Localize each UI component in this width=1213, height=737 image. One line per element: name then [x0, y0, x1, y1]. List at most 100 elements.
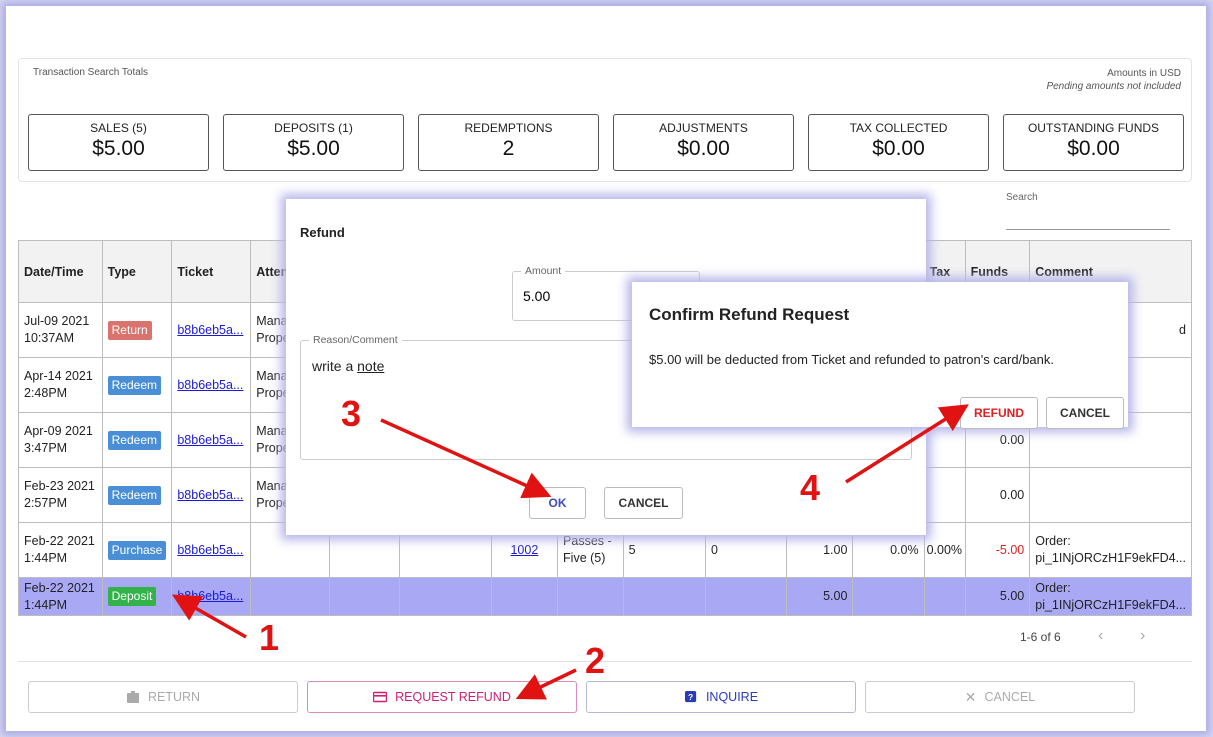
- total-sales: SALES (5) $5.00: [28, 114, 209, 171]
- close-icon: ✕: [964, 688, 977, 705]
- search-input[interactable]: [1006, 206, 1170, 228]
- type-badge: Purchase: [107, 540, 167, 560]
- cell-funds: -5.00: [964, 522, 1031, 578]
- type-badge: Redeem: [107, 430, 161, 450]
- search-label: Search: [1006, 192, 1038, 203]
- reason-text-prefix: write a: [312, 358, 358, 374]
- date-text: Feb-23 2021: [24, 479, 95, 493]
- time-text: 2:48PM: [24, 386, 68, 400]
- total-value: $5.00: [92, 137, 145, 160]
- order-link[interactable]: 1002: [510, 543, 538, 557]
- svg-text:?: ?: [688, 692, 693, 702]
- app-frame: Transaction Search Totals Amounts in USD…: [6, 6, 1206, 731]
- ticket-link[interactable]: b8b6eb5a...: [177, 589, 243, 603]
- ticket-link[interactable]: b8b6eb5a...: [177, 378, 243, 392]
- cell-type: Deposit: [101, 577, 173, 616]
- col-ticket[interactable]: Ticket: [171, 240, 252, 303]
- cell: [923, 577, 966, 616]
- table-row-selected[interactable]: Feb-22 2021 1:44PM Deposit b8b6eb5a... 5.…: [18, 577, 1192, 616]
- cell: [852, 577, 925, 616]
- total-redemptions: REDEMPTIONS 2: [418, 114, 599, 171]
- request-refund-label: REQUEST REFUND: [395, 690, 511, 704]
- cell: [250, 577, 330, 616]
- col-type[interactable]: Type: [101, 240, 173, 303]
- confirm-refund-dialog: Confirm Refund Request $5.00 will be ded…: [632, 282, 1128, 429]
- chevron-left-icon[interactable]: ‹: [1098, 627, 1103, 645]
- refund-dialog-title: Refund: [300, 225, 345, 240]
- date-text: Feb-22 2021: [24, 580, 95, 595]
- total-adjustments: ADJUSTMENTS $0.00: [613, 114, 794, 171]
- totals-title: Transaction Search Totals: [33, 67, 149, 78]
- time-text: 1:44PM: [24, 551, 68, 565]
- total-tax-collected: TAX COLLECTED $0.00: [808, 114, 989, 171]
- help-icon: ?: [684, 691, 697, 703]
- cancel-button[interactable]: CANCEL: [604, 487, 683, 519]
- cell-comment: Order: pi_1INjORCzH1F9ekFD4...: [1029, 577, 1192, 616]
- reason-text[interactable]: write a note: [312, 358, 384, 374]
- total-label: TAX COLLECTED: [849, 121, 948, 135]
- cell-date: Feb-22 2021 1:44PM: [18, 577, 103, 616]
- total-deposits: DEPOSITS (1) $5.00: [223, 114, 404, 171]
- confirm-dialog-title: Confirm Refund Request: [649, 305, 850, 324]
- annotation-number-1: 1: [259, 617, 280, 658]
- ticket-link[interactable]: b8b6eb5a...: [177, 543, 243, 557]
- type-badge: Redeem: [107, 375, 161, 395]
- pagination-text: 1-6 of 6: [1020, 630, 1061, 644]
- return-label: RETURN: [147, 690, 201, 704]
- confirm-cancel-button[interactable]: CANCEL: [1046, 397, 1124, 429]
- date-text: Apr-09 2021: [24, 424, 93, 438]
- comment-text: pi_1INjORCzH1F9ekFD4...: [1035, 597, 1186, 612]
- cell-funds: 5.00: [964, 577, 1031, 616]
- cell-type: Redeem: [101, 412, 173, 468]
- cell-ticket: b8b6eb5a...: [171, 412, 252, 468]
- time-text: 1:44PM: [24, 597, 68, 612]
- cancel-transaction-button[interactable]: ✕ CANCEL: [865, 681, 1135, 713]
- product-text: Passes -: [563, 534, 612, 548]
- date-text: Apr-14 2021: [24, 369, 93, 383]
- total-value: $5.00: [287, 137, 340, 160]
- cell-amount: 5.00: [786, 577, 854, 616]
- chevron-right-icon[interactable]: ›: [1140, 627, 1145, 645]
- cell-funds: 0.00: [964, 467, 1031, 523]
- cell-tax: 0.00%: [923, 522, 966, 578]
- col-date-time[interactable]: Date/Time: [18, 240, 103, 303]
- search-underline: [1006, 229, 1170, 230]
- cell-date: Feb-22 2021 1:44PM: [18, 522, 103, 578]
- type-badge: Redeem: [107, 485, 161, 505]
- cell-type: Redeem: [101, 467, 173, 523]
- ok-button[interactable]: OK: [529, 487, 586, 519]
- cell: [490, 577, 559, 616]
- cell-ticket: b8b6eb5a...: [171, 522, 252, 578]
- cell-type: Redeem: [101, 357, 173, 413]
- cell: [622, 577, 706, 616]
- reason-label: Reason/Comment: [309, 334, 402, 346]
- ticket-link[interactable]: b8b6eb5a...: [177, 433, 243, 447]
- total-label: OUTSTANDING FUNDS: [1027, 121, 1160, 135]
- inquire-button[interactable]: ? INQUIRE: [586, 681, 856, 713]
- request-refund-button[interactable]: REQUEST REFUND: [307, 681, 577, 713]
- cell-comment: [1029, 467, 1192, 523]
- reason-text-word: note: [357, 358, 385, 374]
- time-text: 3:47PM: [24, 441, 68, 455]
- ticket-link[interactable]: b8b6eb5a...: [177, 323, 243, 337]
- comment-text: pi_1INjORCzH1F9ekFD4...: [1035, 551, 1186, 565]
- total-value: 2: [502, 137, 515, 160]
- cell-ticket: b8b6eb5a...: [171, 577, 252, 616]
- ticket-link[interactable]: b8b6eb5a...: [177, 488, 243, 502]
- refund-button[interactable]: REFUND: [960, 397, 1038, 429]
- return-icon: [126, 691, 139, 703]
- comment-text: Order:: [1035, 534, 1071, 548]
- cell-date: Apr-14 2021 2:48PM: [18, 357, 103, 413]
- date-text: Jul-09 2021: [24, 314, 90, 328]
- cell-ticket: b8b6eb5a...: [171, 467, 252, 523]
- amount-label: Amount: [521, 265, 566, 277]
- currency-note: Amounts in USD: [1107, 68, 1181, 79]
- time-text: 2:57PM: [24, 496, 68, 510]
- total-value: $0.00: [1067, 137, 1120, 160]
- total-label: SALES (5): [90, 121, 147, 135]
- return-button[interactable]: RETURN: [28, 681, 298, 713]
- cell-type: Return: [101, 302, 173, 358]
- total-label: DEPOSITS (1): [274, 121, 353, 135]
- total-outstanding-funds: OUTSTANDING FUNDS $0.00: [1003, 114, 1184, 171]
- totals-boxes: SALES (5) $5.00 DEPOSITS (1) $5.00 REDEMPT…: [28, 114, 1184, 171]
